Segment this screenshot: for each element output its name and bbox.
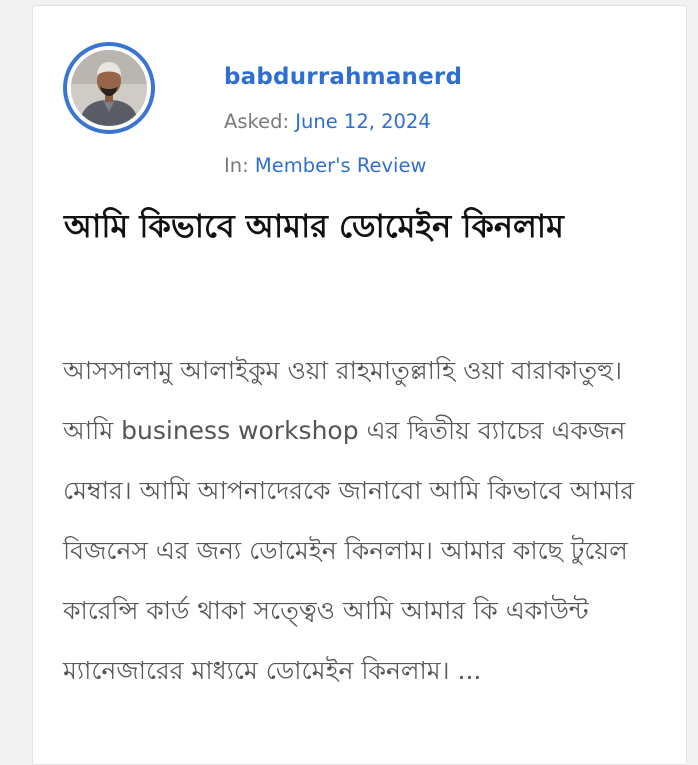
question-title[interactable]: আমি কিভাবে আমার ডোমেইন কিনলাম	[64, 198, 664, 254]
asked-date-link[interactable]: June 12, 2024	[295, 110, 431, 133]
author-username-link[interactable]: babdurrahmanerd	[224, 62, 462, 92]
asked-line: Asked: June 12, 2024	[224, 109, 664, 135]
question-meta: babdurrahmanerd Asked: June 12, 2024 In:…	[224, 62, 664, 179]
question-excerpt: আসসালামু আলাইকুম ওয়া রাহমাতুল্লাহি ওয়া…	[63, 356, 635, 685]
author-avatar-link[interactable]	[63, 42, 155, 134]
question-card: babdurrahmanerd Asked: June 12, 2024 In:…	[32, 5, 687, 765]
avatar-photo	[71, 50, 147, 126]
asked-label: Asked:	[224, 110, 290, 133]
avatar	[71, 50, 147, 126]
category-line: In: Member's Review	[224, 153, 664, 179]
category-label: In:	[224, 154, 249, 177]
category-link[interactable]: Member's Review	[255, 154, 427, 177]
